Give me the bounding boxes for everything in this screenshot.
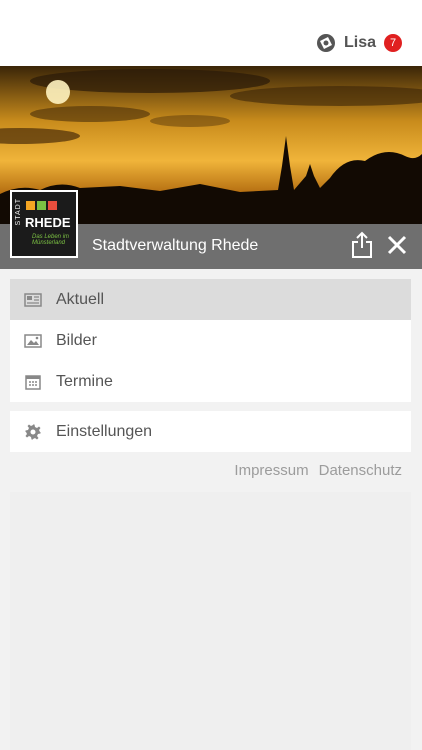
- menu-item-einstellungen[interactable]: Einstellungen: [10, 411, 411, 452]
- organization-title: Stadtverwaltung Rhede: [92, 237, 259, 254]
- content-background: [10, 492, 411, 750]
- menu-item-label: Bilder: [56, 331, 97, 349]
- logo-squares: [26, 201, 59, 210]
- calendar-icon: [25, 374, 41, 390]
- user-name[interactable]: Lisa: [344, 34, 376, 52]
- app-logo-icon: [316, 34, 335, 52]
- share-icon[interactable]: [350, 231, 374, 259]
- menu-item-termine[interactable]: Termine: [10, 361, 411, 402]
- newspaper-icon: [24, 292, 42, 307]
- logo-slogan: Das Leben im Münsterland: [32, 234, 70, 246]
- notification-badge[interactable]: 7: [384, 34, 402, 52]
- gear-icon: [25, 424, 41, 439]
- menu-item-label: Termine: [56, 372, 113, 390]
- datenschutz-link[interactable]: Datenschutz: [319, 462, 402, 479]
- main-menu: Aktuell Bilder Termine: [10, 279, 411, 402]
- close-icon[interactable]: [386, 234, 408, 256]
- logo-name: RHEDE: [25, 215, 71, 230]
- top-bar: Lisa 7: [0, 0, 422, 66]
- menu-item-aktuell[interactable]: Aktuell: [10, 279, 411, 320]
- footer-links: Impressum Datenschutz: [224, 462, 402, 479]
- impressum-link[interactable]: Impressum: [234, 462, 308, 479]
- organization-logo: STADT RHEDE Das Leben im Münsterland: [10, 190, 78, 258]
- image-icon: [24, 333, 42, 348]
- user-menu[interactable]: Lisa 7: [316, 33, 402, 53]
- menu-item-label: Aktuell: [56, 290, 105, 308]
- logo-vertical-text: STADT: [15, 198, 22, 226]
- settings-menu: Einstellungen: [10, 411, 411, 452]
- menu-item-label: Einstellungen: [56, 422, 153, 440]
- menu-item-bilder[interactable]: Bilder: [10, 320, 411, 361]
